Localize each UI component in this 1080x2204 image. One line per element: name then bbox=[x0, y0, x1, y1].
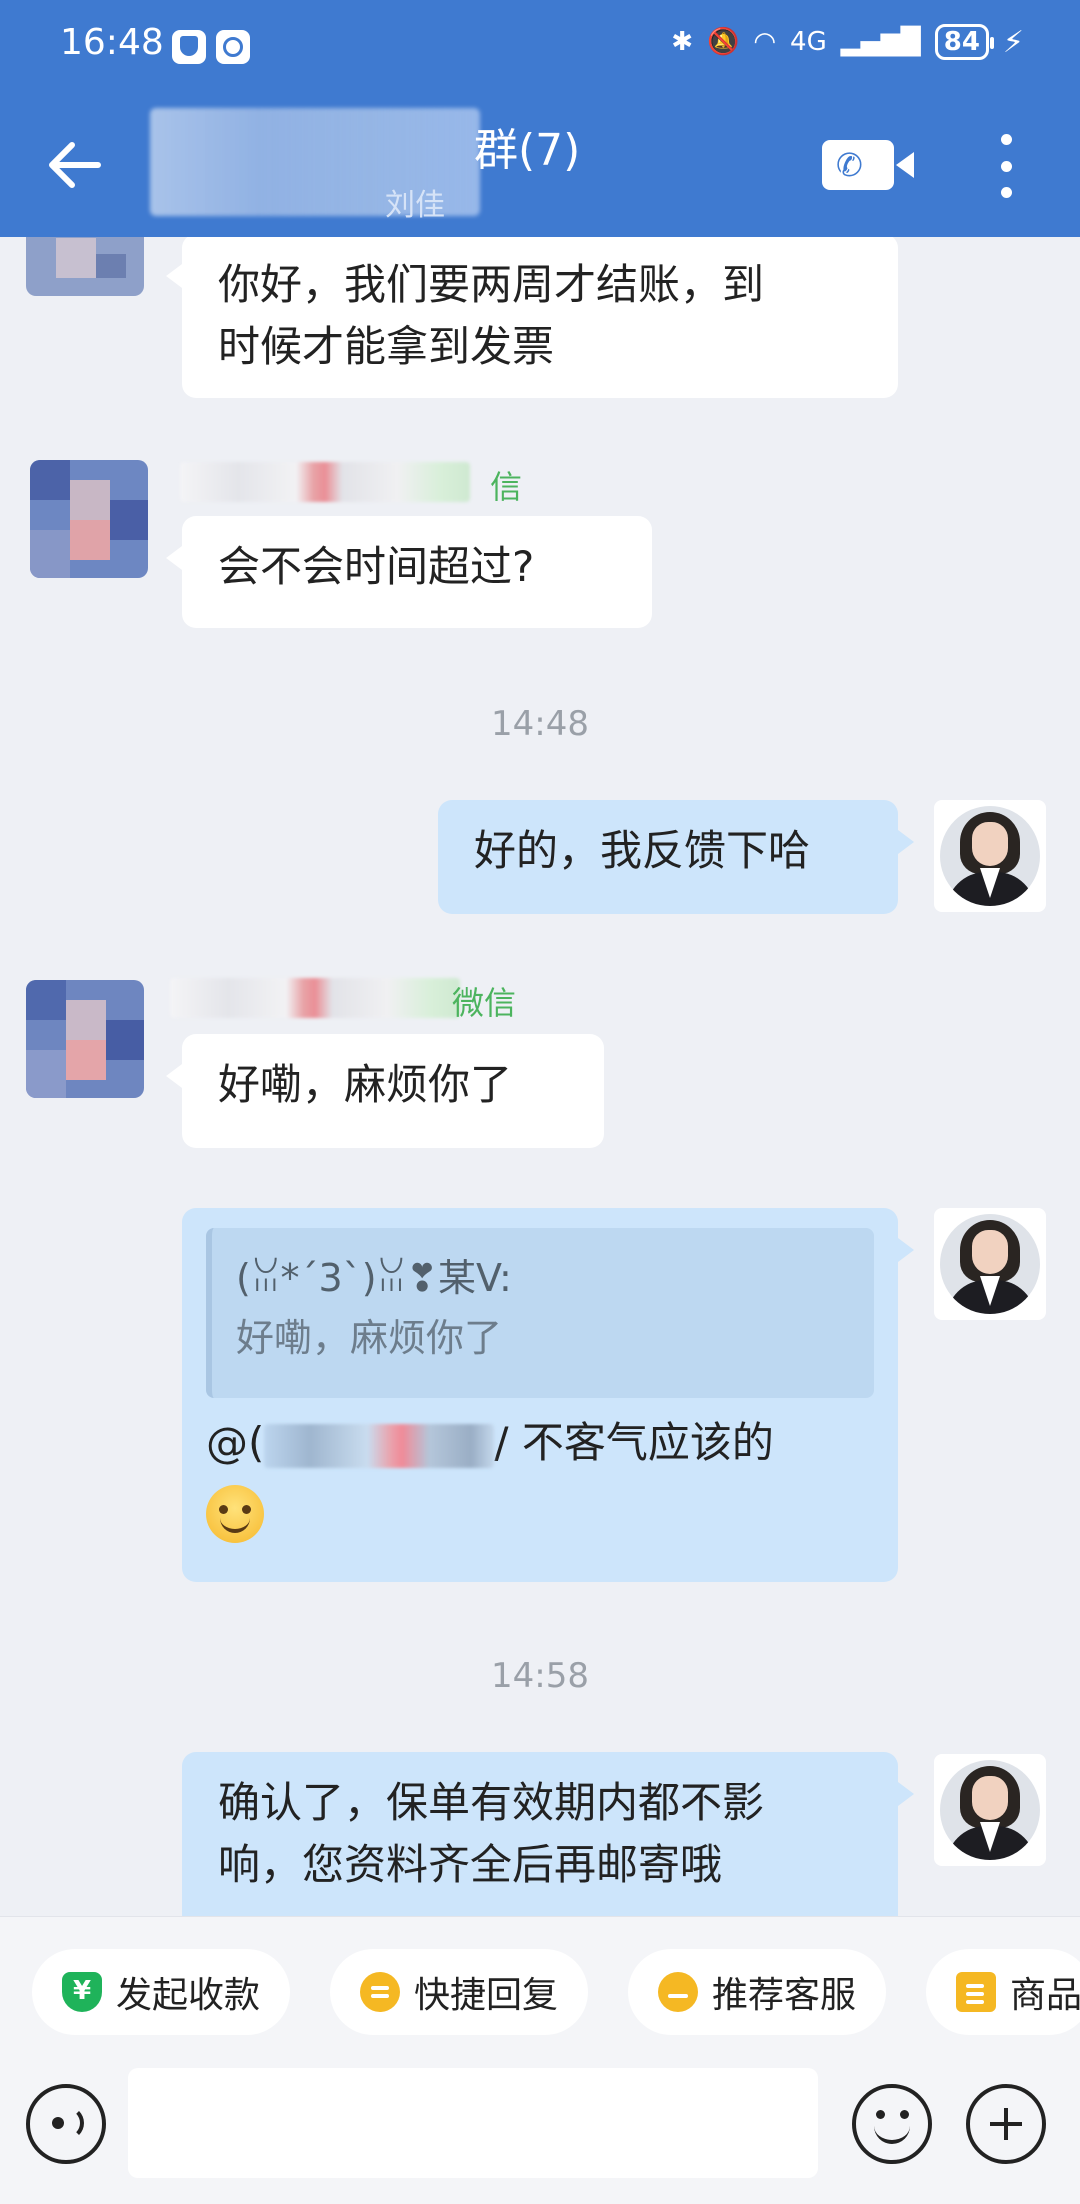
mute-icon: 🔕 bbox=[706, 27, 740, 57]
message-text: 响，您资料齐全后再邮寄哦 bbox=[218, 1840, 723, 1889]
sender-name: 微信 bbox=[452, 984, 517, 1022]
chat-header: 16:48 ✱ 🔕 ◠ 4G ▂▄▆█ 84 ⚡ 群(7) 刘佳 ✆ bbox=[0, 0, 1080, 237]
reply-message-bubble[interactable]: (ꈍ*´3`)ꈍ❣某V: 好嘞，麻烦你了 @( / 不客气应该的 bbox=[182, 1208, 914, 1582]
avatar-photo bbox=[940, 1760, 1040, 1860]
bluetooth-icon: ✱ bbox=[671, 27, 693, 57]
message-text: 确认了，保单有效期内都不影 bbox=[218, 1778, 765, 1827]
chip-label: 快捷回复 bbox=[414, 1975, 559, 2016]
message-text: 时候才能拿到发票 bbox=[218, 322, 555, 371]
back-arrow-icon[interactable] bbox=[40, 130, 110, 200]
avatar-photo bbox=[940, 806, 1040, 906]
quoted-message[interactable]: (ꈍ*´3`)ꈍ❣某V: 好嘞，麻烦你了 bbox=[206, 1228, 874, 1398]
message-bubble[interactable]: 好嘞，麻烦你了 bbox=[166, 1034, 604, 1148]
chat-subtitle: 刘佳 bbox=[385, 188, 445, 223]
phone-icon: ✆ bbox=[836, 146, 863, 184]
message-text: 好的，我反馈下哈 bbox=[474, 826, 811, 875]
timestamp: 14:58 bbox=[491, 1656, 589, 1696]
service-icon bbox=[658, 1972, 698, 2012]
timestamp: 14:48 bbox=[491, 704, 589, 744]
video-call-button[interactable]: ✆ bbox=[822, 140, 914, 190]
avatar[interactable] bbox=[934, 1754, 1046, 1866]
recommend-service-button[interactable]: 推荐客服 bbox=[628, 1949, 887, 2035]
reply-text: / 不客气应该的 bbox=[494, 1418, 774, 1467]
wifi-icon: ◠ bbox=[753, 27, 777, 57]
app-notification-icon bbox=[216, 30, 250, 64]
quoted-sender: (ꈍ*´3`)ꈍ❣某V: bbox=[236, 1256, 512, 1300]
quick-reply-button[interactable]: 快捷回复 bbox=[330, 1949, 589, 2035]
mention-blurred bbox=[264, 1423, 495, 1468]
reply-emoji-row bbox=[206, 1480, 874, 1543]
message-bubble[interactable]: 会不会时间超过? bbox=[166, 516, 652, 628]
quick-actions-bar: 发起收款 快捷回复 推荐客服 商品 bbox=[0, 1916, 1080, 2066]
more-options-button[interactable] bbox=[996, 134, 1016, 198]
network-label: 4G bbox=[790, 27, 827, 57]
charging-icon: ⚡ bbox=[1002, 24, 1024, 60]
chip-label: 发起收款 bbox=[116, 1975, 261, 2016]
avatar[interactable] bbox=[934, 800, 1046, 912]
message-input[interactable] bbox=[128, 2068, 818, 2178]
message-bubble[interactable]: 你好，我们要两周才结账，到 时候才能拿到发票 bbox=[166, 234, 898, 398]
smile-emoji-icon bbox=[206, 1484, 264, 1543]
shield-icon bbox=[172, 30, 206, 64]
quick-reply-icon bbox=[360, 1972, 400, 2012]
more-dot-icon bbox=[1000, 187, 1012, 198]
chat-title: 群(7) bbox=[474, 125, 581, 176]
payment-icon bbox=[62, 1972, 102, 2012]
sender-name-blurred bbox=[180, 462, 470, 502]
reply-text-row: @( / 不客气应该的 bbox=[206, 1412, 874, 1474]
chat-screen: 16:48 ✱ 🔕 ◠ 4G ▂▄▆█ 84 ⚡ 群(7) 刘佳 ✆ 你好，我们… bbox=[0, 0, 1080, 2204]
voice-input-icon[interactable] bbox=[26, 2084, 106, 2164]
collect-payment-button[interactable]: 发起收款 bbox=[32, 1949, 291, 2035]
mention-prefix: @( bbox=[206, 1418, 265, 1467]
sender-name-blurred bbox=[170, 978, 460, 1018]
avatar-photo bbox=[940, 1214, 1040, 1314]
chip-label: 商品 bbox=[1010, 1975, 1080, 2016]
message-bubble[interactable]: 确认了，保单有效期内都不影 响，您资料齐全后再邮寄哦 bbox=[182, 1752, 914, 1942]
more-dot-icon bbox=[1000, 134, 1012, 145]
message-text: 好嘞，麻烦你了 bbox=[218, 1060, 513, 1109]
status-left-icons bbox=[172, 30, 250, 64]
message-text: 你好，我们要两周才结账，到 bbox=[218, 260, 765, 309]
avatar[interactable] bbox=[26, 980, 144, 1098]
input-bar bbox=[0, 2066, 1080, 2204]
quoted-text: 好嘞，麻烦你了 bbox=[236, 1316, 503, 1360]
add-attachment-icon[interactable] bbox=[966, 2084, 1046, 2164]
message-text: 会不会时间超过? bbox=[218, 542, 535, 591]
status-right: ✱ 🔕 ◠ 4G ▂▄▆█ 84 ⚡ bbox=[671, 24, 1024, 60]
avatar[interactable] bbox=[30, 460, 148, 578]
goods-button[interactable]: 商品 bbox=[926, 1949, 1080, 2035]
battery-indicator: 84 bbox=[934, 24, 995, 60]
avatar[interactable] bbox=[934, 1208, 1046, 1320]
message-bubble[interactable]: 好的，我反馈下哈 bbox=[438, 800, 914, 914]
signal-icon: ▂▄▆█ bbox=[840, 27, 921, 57]
status-time: 16:48 bbox=[60, 22, 164, 63]
more-dot-icon bbox=[1000, 160, 1012, 172]
chip-label: 推荐客服 bbox=[712, 1975, 857, 2016]
goods-icon bbox=[956, 1972, 996, 2012]
sender-name: 信 bbox=[490, 468, 523, 506]
emoji-picker-icon[interactable] bbox=[852, 2084, 932, 2164]
